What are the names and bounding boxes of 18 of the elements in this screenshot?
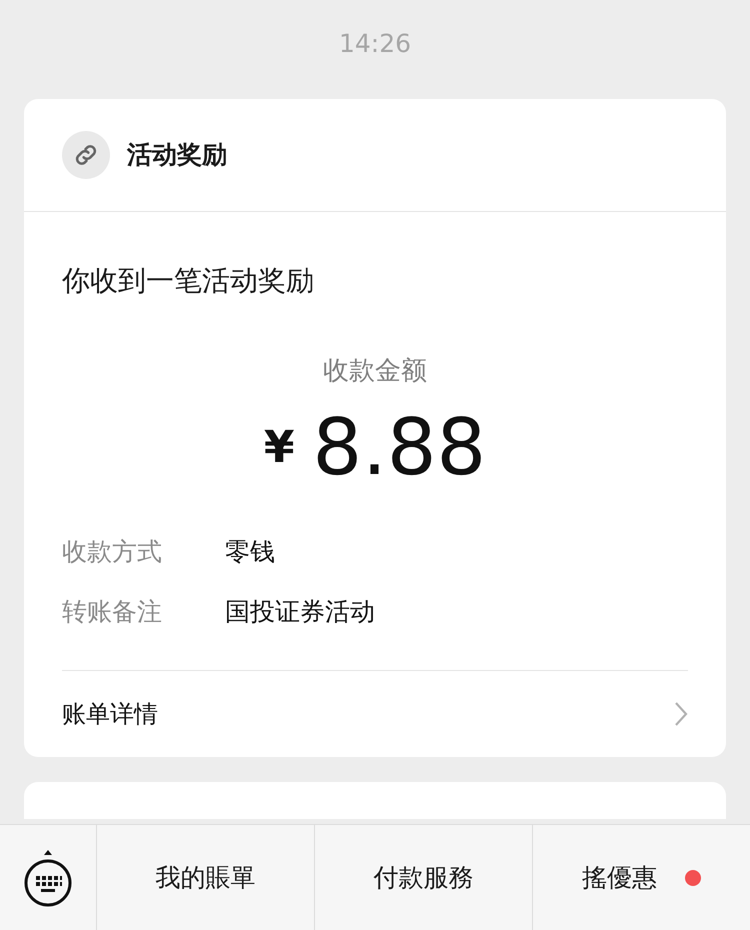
amount-value: 8.88	[312, 409, 486, 487]
chevron-icon	[674, 701, 688, 727]
link-icon	[62, 131, 110, 179]
detail-label: 收款方式	[62, 536, 163, 568]
menu-button[interactable]: 付款服務	[315, 825, 533, 930]
keyboard-icon[interactable]	[24, 848, 72, 906]
currency-symbol: ¥	[264, 421, 294, 475]
menu-button[interactable]: 搖優惠	[533, 825, 750, 930]
detail-label: 转账备注	[62, 596, 163, 628]
link-label: 账单详情	[62, 699, 158, 730]
notice-title: 你收到一笔活动奖励	[62, 263, 315, 299]
detail-value: 零钱	[225, 536, 275, 568]
time-label: 14:26	[338, 28, 412, 60]
amount-label: 收款金额	[322, 355, 428, 388]
menu-button[interactable]: 我的賬單	[97, 825, 315, 930]
source-title: 活动奖励	[127, 139, 227, 172]
detail-value: 国投证券活动	[225, 596, 375, 628]
bill-details-link[interactable]: 账单详情	[62, 670, 688, 757]
